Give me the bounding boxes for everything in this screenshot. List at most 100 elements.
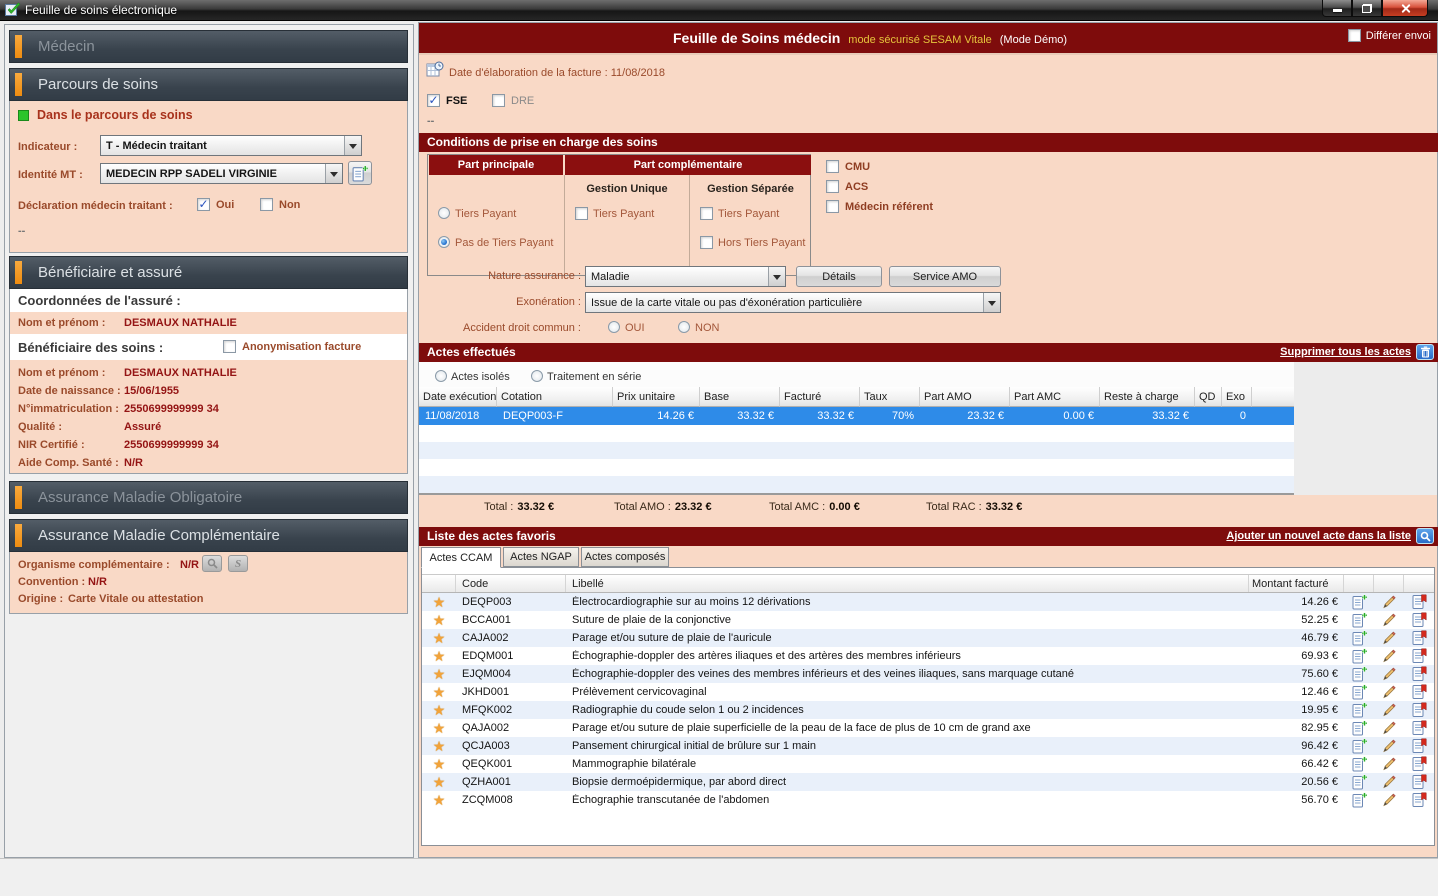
tab-actes-composes[interactable]: Actes composés bbox=[581, 547, 669, 567]
actes-isoles-radio[interactable] bbox=[435, 370, 447, 382]
actes-column-header[interactable]: Date exécution bbox=[419, 387, 497, 407]
indicateur-select[interactable]: T - Médecin traitant bbox=[100, 135, 362, 156]
actes-column-header[interactable]: Facturé bbox=[780, 387, 860, 407]
tarifer-acte-button[interactable] bbox=[1404, 720, 1434, 736]
tarifer-acte-button[interactable] bbox=[1404, 630, 1434, 646]
tarifer-acte-button[interactable] bbox=[1404, 774, 1434, 790]
favorite-star-icon[interactable]: ★ bbox=[422, 630, 456, 646]
edit-acte-button[interactable] bbox=[1374, 631, 1404, 645]
add-acte-to-fse-button[interactable] bbox=[1344, 792, 1374, 808]
gu-tiers-payant-checkbox[interactable] bbox=[575, 207, 588, 220]
medecin-referent-checkbox[interactable] bbox=[826, 200, 839, 213]
tarifer-acte-button[interactable] bbox=[1404, 756, 1434, 772]
tarifer-acte-button[interactable] bbox=[1404, 702, 1434, 718]
tarifer-acte-button[interactable] bbox=[1404, 648, 1434, 664]
favorite-star-icon[interactable]: ★ bbox=[422, 648, 456, 664]
favoris-row[interactable]: ★BCCA001Suture de plaie de la conjonctiv… bbox=[422, 611, 1434, 629]
exoneration-select[interactable]: Issue de la carte vitale ou pas d'éxonér… bbox=[585, 292, 1001, 313]
favorite-star-icon[interactable]: ★ bbox=[422, 684, 456, 700]
favoris-row[interactable]: ★CAJA002Parage et/ou suture de plaie de … bbox=[422, 629, 1434, 647]
edit-acte-button[interactable] bbox=[1374, 667, 1404, 681]
supprimer-actes-link[interactable]: Supprimer tous les actes bbox=[1280, 343, 1411, 362]
ajouter-acte-button[interactable] bbox=[1416, 528, 1434, 544]
add-acte-to-fse-button[interactable] bbox=[1344, 774, 1374, 790]
actes-column-header[interactable]: Part AMO bbox=[920, 387, 1010, 407]
add-acte-to-fse-button[interactable] bbox=[1344, 738, 1374, 754]
fse-checkbox[interactable] bbox=[427, 94, 440, 107]
declaration-oui-checkbox[interactable] bbox=[197, 198, 210, 211]
hors-tiers-payant-checkbox[interactable] bbox=[700, 236, 713, 249]
anonymisation-checkbox[interactable] bbox=[223, 340, 236, 353]
tarifer-acte-button[interactable] bbox=[1404, 684, 1434, 700]
acte-row-selected[interactable]: 11/08/2018DEQP003-F14.26 €33.32 €33.32 €… bbox=[419, 407, 1294, 425]
add-acte-to-fse-button[interactable] bbox=[1344, 630, 1374, 646]
favorite-star-icon[interactable]: ★ bbox=[422, 738, 456, 754]
edit-acte-button[interactable] bbox=[1374, 595, 1404, 609]
add-acte-to-fse-button[interactable] bbox=[1344, 594, 1374, 610]
tab-actes-ccam[interactable]: Actes CCAM bbox=[421, 547, 501, 568]
service-amo-button[interactable]: Service AMO bbox=[889, 266, 1001, 287]
favoris-row[interactable]: ★DEQP003Électrocardiographie sur au moin… bbox=[422, 593, 1434, 611]
declaration-non-checkbox[interactable] bbox=[260, 198, 273, 211]
tarifer-acte-button[interactable] bbox=[1404, 666, 1434, 682]
add-acte-to-fse-button[interactable] bbox=[1344, 756, 1374, 772]
add-acte-to-fse-button[interactable] bbox=[1344, 666, 1374, 682]
differer-envoi-checkbox[interactable] bbox=[1348, 29, 1361, 42]
close-button[interactable] bbox=[1382, 0, 1428, 17]
edit-acte-button[interactable] bbox=[1374, 613, 1404, 627]
cmu-checkbox[interactable] bbox=[826, 160, 839, 173]
add-acte-to-fse-button[interactable] bbox=[1344, 648, 1374, 664]
actes-column-header[interactable]: QD bbox=[1195, 387, 1222, 407]
actes-column-header[interactable]: Reste à charge bbox=[1100, 387, 1195, 407]
favoris-row[interactable]: ★ZCQM008Échographie transcutanée de l'ab… bbox=[422, 791, 1434, 809]
actes-column-header[interactable]: Base bbox=[700, 387, 780, 407]
nature-assurance-select[interactable]: Maladie bbox=[585, 266, 786, 287]
acs-checkbox[interactable] bbox=[826, 180, 839, 193]
add-acte-to-fse-button[interactable] bbox=[1344, 720, 1374, 736]
restore-button[interactable] bbox=[1352, 0, 1382, 17]
favorite-star-icon[interactable]: ★ bbox=[422, 720, 456, 736]
add-acte-to-fse-button[interactable] bbox=[1344, 684, 1374, 700]
add-medecin-button[interactable] bbox=[348, 161, 372, 185]
favoris-row[interactable]: ★EDQM001Échographie-doppler des artères … bbox=[422, 647, 1434, 665]
favoris-row[interactable]: ★QEQK001Mammographie bilatérale66.42 € bbox=[422, 755, 1434, 773]
edit-acte-button[interactable] bbox=[1374, 739, 1404, 753]
tiers-payant-radio[interactable] bbox=[438, 207, 450, 219]
tab-actes-ngap[interactable]: Actes NGAP bbox=[503, 547, 579, 567]
favoris-row[interactable]: ★MFQK002Radiographie du coude selon 1 ou… bbox=[422, 701, 1434, 719]
edit-acte-button[interactable] bbox=[1374, 703, 1404, 717]
section-header-beneficiaire[interactable]: Bénéficiaire et assuré bbox=[9, 256, 408, 289]
favoris-row[interactable]: ★QZHA001Biopsie dermoépidermique, par ab… bbox=[422, 773, 1434, 791]
accident-non-radio[interactable] bbox=[678, 321, 690, 333]
minimize-button[interactable] bbox=[1322, 0, 1352, 17]
actes-column-header[interactable]: Prix unitaire bbox=[613, 387, 700, 407]
edit-acte-button[interactable] bbox=[1374, 775, 1404, 789]
edit-acte-button[interactable] bbox=[1374, 649, 1404, 663]
favorite-star-icon[interactable]: ★ bbox=[422, 612, 456, 628]
edit-acte-button[interactable] bbox=[1374, 721, 1404, 735]
accident-oui-radio[interactable] bbox=[608, 321, 620, 333]
tarifer-acte-button[interactable] bbox=[1404, 792, 1434, 808]
section-header-medecin[interactable]: Médecin bbox=[9, 30, 408, 63]
favoris-row[interactable]: ★JKHD001Prélèvement cervicovaginal12.46 … bbox=[422, 683, 1434, 701]
organisme-search-button[interactable] bbox=[202, 555, 222, 572]
tarifer-acte-button[interactable] bbox=[1404, 612, 1434, 628]
actes-column-header[interactable]: Taux bbox=[860, 387, 920, 407]
add-acte-to-fse-button[interactable] bbox=[1344, 612, 1374, 628]
edit-acte-button[interactable] bbox=[1374, 757, 1404, 771]
favorite-star-icon[interactable]: ★ bbox=[422, 774, 456, 790]
section-header-amo[interactable]: Assurance Maladie Obligatoire bbox=[9, 481, 408, 514]
edit-acte-button[interactable] bbox=[1374, 793, 1404, 807]
supprimer-actes-button[interactable] bbox=[1416, 344, 1434, 360]
favorite-star-icon[interactable]: ★ bbox=[422, 756, 456, 772]
add-acte-to-fse-button[interactable] bbox=[1344, 702, 1374, 718]
section-header-parcours[interactable]: Parcours de soins bbox=[9, 68, 408, 101]
favorite-star-icon[interactable]: ★ bbox=[422, 792, 456, 808]
tarifer-acte-button[interactable] bbox=[1404, 738, 1434, 754]
details-button[interactable]: Détails bbox=[796, 266, 882, 287]
actes-column-header[interactable]: Part AMC bbox=[1010, 387, 1100, 407]
dre-checkbox[interactable] bbox=[492, 94, 505, 107]
favoris-row[interactable]: ★QCJA003Pansement chirurgical initial de… bbox=[422, 737, 1434, 755]
actes-column-header[interactable]: Cotation bbox=[497, 387, 613, 407]
gs-tiers-payant-checkbox[interactable] bbox=[700, 207, 713, 220]
